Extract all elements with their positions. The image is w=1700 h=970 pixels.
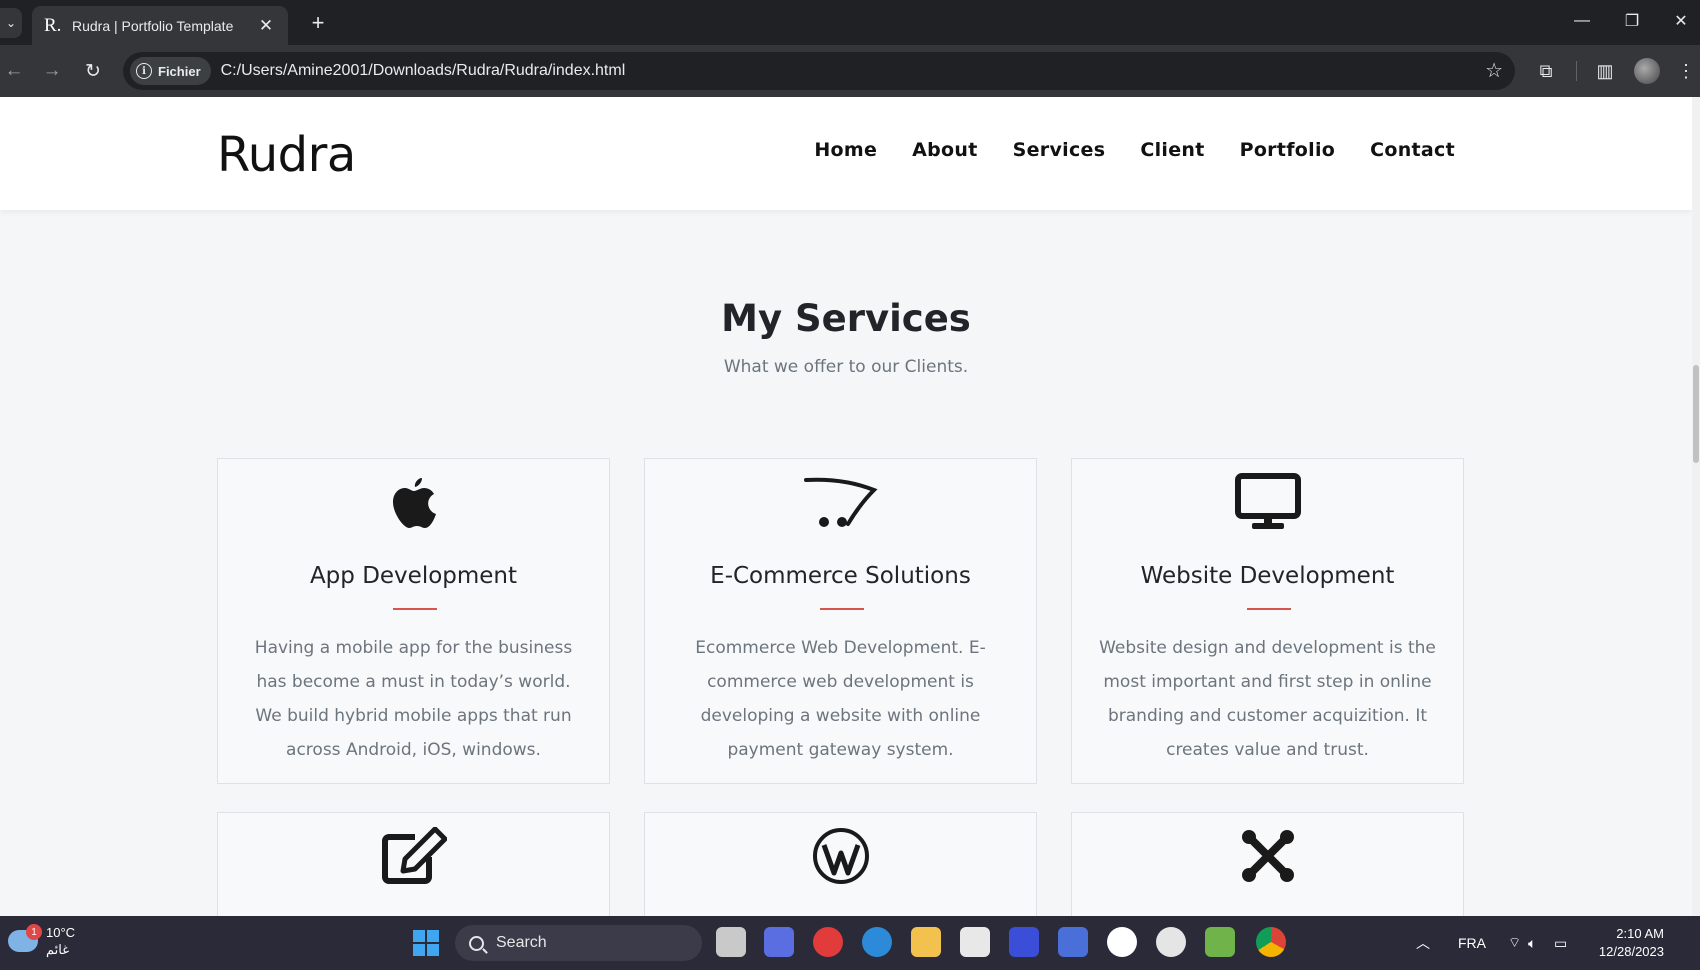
service-card-6	[1071, 812, 1464, 916]
weather-widget[interactable]: 1 10°C غائم	[8, 924, 75, 958]
toolbar-divider	[1576, 61, 1577, 81]
apple-icon	[218, 471, 609, 533]
windows-taskbar: 1 10°C غائم Search ︿ FRA ⌔ 🔈︎ ▭ 2:10 AM …	[0, 916, 1700, 970]
browser-tab-bar: ⌄ R. Rudra | Portfolio Template ✕ + — ❐ …	[0, 0, 1700, 45]
site-favicon-icon: R.	[44, 14, 62, 36]
service-description: Having a mobile app for the business has…	[254, 638, 573, 760]
nav-portfolio[interactable]: Portfolio	[1240, 139, 1336, 161]
service-divider	[820, 608, 864, 610]
weather-temp: 10°C	[46, 925, 76, 940]
service-card-5	[644, 812, 1037, 916]
notification-badge: 1	[26, 924, 42, 940]
service-name: App Development	[309, 563, 518, 589]
service-card-ecommerce: E-Commerce Solutions Ecommerce Web Devel…	[644, 458, 1037, 784]
service-description: Ecommerce Web Development. E-commerce we…	[695, 638, 986, 760]
clock-app-icon[interactable]	[1107, 927, 1137, 957]
tab-search-icon[interactable]: ⌄	[0, 8, 22, 38]
new-tab-icon[interactable]: +	[306, 10, 330, 36]
joomla-icon	[1072, 825, 1463, 887]
nav-contact[interactable]: Contact	[1370, 139, 1455, 161]
store-icon[interactable]	[960, 927, 990, 957]
service-card-app: App Development Having a mobile app for …	[217, 458, 610, 784]
chrome-icon[interactable]	[1256, 927, 1286, 957]
chat-icon[interactable]	[764, 927, 794, 957]
restore-icon[interactable]: ❐	[1617, 6, 1647, 36]
service-description: Website design and development is the mo…	[1099, 638, 1436, 760]
opera-icon[interactable]	[813, 927, 843, 957]
tray-overflow-icon[interactable]: ︿	[1416, 916, 1430, 970]
system-clock[interactable]: 2:10 AM 12/28/2023	[1599, 925, 1664, 961]
nav-services[interactable]: Services	[1013, 139, 1106, 161]
app-icon[interactable]	[1156, 927, 1186, 957]
nav-home[interactable]: Home	[814, 139, 877, 161]
taskbar-search[interactable]: Search	[455, 925, 702, 961]
site-info-label: Fichier	[158, 63, 201, 79]
edge-icon[interactable]	[862, 927, 892, 957]
back-arrow-icon[interactable]: ←	[0, 57, 28, 85]
service-card-website: Website Development Website design and d…	[1071, 458, 1464, 784]
clock-date: 12/28/2023	[1598, 944, 1664, 959]
tab-close-icon[interactable]: ✕	[256, 16, 276, 36]
browser-toolbar: ← → ↻ i Fichier C:/Users/Amine2001/Downl…	[0, 45, 1700, 97]
service-name: Website Development	[1140, 563, 1395, 589]
service-divider	[393, 608, 437, 610]
site-header: Rudra Home About Services Client Portfol…	[0, 97, 1692, 210]
address-bar[interactable]: i Fichier C:/Users/Amine2001/Downloads/R…	[123, 52, 1515, 90]
browser-tab[interactable]: R. Rudra | Portfolio Template ✕	[32, 6, 288, 45]
app-icon[interactable]	[1058, 927, 1088, 957]
language-indicator[interactable]: FRA	[1458, 916, 1486, 970]
url-text[interactable]: C:/Users/Amine2001/Downloads/Rudra/Rudra…	[221, 62, 626, 80]
services-title: My Services	[721, 297, 971, 340]
site-info-chip[interactable]: i Fichier	[130, 57, 211, 85]
battery-icon[interactable]: ▭	[1554, 916, 1567, 970]
nav-client[interactable]: Client	[1140, 139, 1204, 161]
search-label: Search	[496, 934, 547, 951]
extensions-icon[interactable]: ⧉	[1532, 57, 1560, 85]
wordpress-icon	[645, 825, 1036, 887]
wifi-icon[interactable]: ⌔	[1508, 916, 1521, 970]
main-nav: Home About Services Client Portfolio Con…	[814, 139, 1455, 161]
page-scrollbar[interactable]	[1692, 97, 1700, 916]
weather-label: غائم	[46, 942, 70, 957]
services-subtitle: What we offer to our Clients.	[723, 357, 969, 377]
reload-icon[interactable]: ↻	[79, 57, 107, 85]
windows-start-icon[interactable]	[413, 930, 439, 956]
task-view-icon[interactable]	[716, 927, 746, 957]
service-name: E-Commerce Solutions	[710, 563, 971, 589]
volume-icon[interactable]: 🔈︎	[1528, 916, 1536, 970]
site-brand[interactable]: Rudra	[217, 127, 356, 183]
search-icon	[469, 935, 484, 951]
bookmark-star-icon[interactable]: ☆	[1485, 58, 1503, 83]
app-icon[interactable]	[1009, 927, 1039, 957]
minimize-icon[interactable]: —	[1567, 6, 1597, 36]
file-explorer-icon[interactable]	[911, 927, 941, 957]
scrollbar-thumb[interactable]	[1693, 365, 1699, 463]
edit-icon	[218, 825, 609, 887]
page-viewport: Rudra Home About Services Client Portfol…	[0, 97, 1692, 916]
window-close-icon[interactable]: ✕	[1666, 6, 1696, 36]
info-icon: i	[136, 63, 152, 79]
service-divider	[1247, 608, 1291, 610]
more-menu-icon[interactable]: ⋮	[1672, 57, 1700, 85]
service-card-4	[217, 812, 610, 916]
clock-time: 2:10 AM	[1616, 926, 1664, 941]
profile-avatar[interactable]	[1634, 58, 1660, 84]
desktop-icon	[1072, 471, 1463, 533]
app-icon[interactable]	[1205, 927, 1235, 957]
nav-about[interactable]: About	[912, 139, 977, 161]
forward-arrow-icon[interactable]: →	[38, 57, 66, 85]
tab-title: Rudra | Portfolio Template	[72, 17, 234, 34]
cloud-icon: 1	[8, 924, 42, 952]
cart-icon	[645, 471, 1036, 533]
side-panel-icon[interactable]: ▥	[1591, 57, 1619, 85]
